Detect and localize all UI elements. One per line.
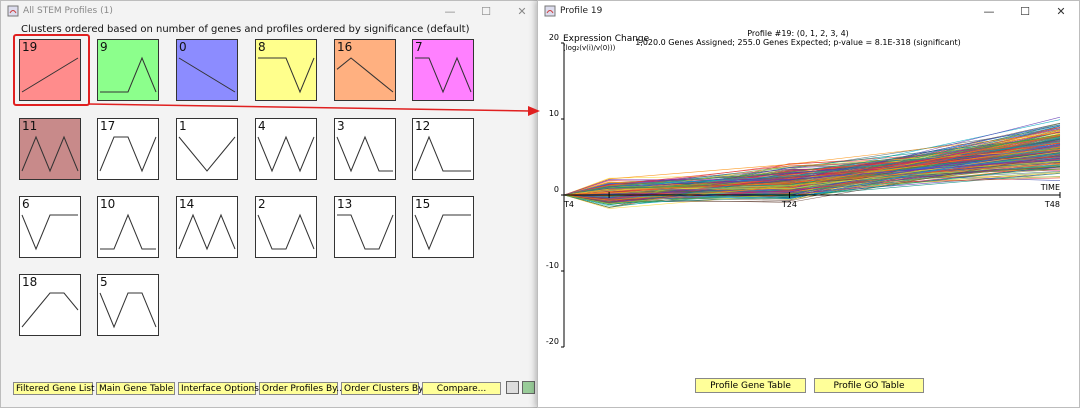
profile-id: 2 [258, 197, 266, 211]
y-axis-units: (log₂(v(i)/v(0))) [563, 44, 616, 52]
profile-line [178, 136, 236, 172]
profile-tile-9[interactable]: 9 [97, 39, 159, 101]
order-profiles-button[interactable]: Order Profiles By... [259, 382, 345, 395]
bottom-toolbar: Filtered Gene List Main Gene Table Inter… [13, 382, 501, 395]
profile-line [178, 57, 236, 93]
profile-tile-0[interactable]: 0 [176, 39, 238, 101]
profile-tile-4[interactable]: 4 [255, 118, 317, 180]
profile-tile-7[interactable]: 7 [412, 39, 474, 101]
java-app-icon [544, 5, 556, 17]
profile-header: Profile #19: (0, 1, 2, 3, 4) [747, 29, 849, 38]
profile-id: 18 [22, 275, 38, 289]
profile-id: 7 [415, 40, 423, 54]
profile-tile-1[interactable]: 1 [176, 118, 238, 180]
main-gene-table-button[interactable]: Main Gene Table [96, 382, 175, 395]
profile-line [336, 135, 393, 173]
profile-tile-5[interactable]: 5 [97, 274, 159, 336]
profile-line [21, 214, 78, 251]
left-title-bar[interactable]: All STEM Profiles (1) — ☐ ✕ [1, 1, 540, 21]
profile-line [258, 57, 315, 94]
profile-tile-16[interactable]: 16 [334, 39, 396, 101]
profile-id: 8 [258, 40, 266, 54]
profile-line [21, 292, 79, 328]
y-tick-label: 10 [549, 109, 559, 118]
profile-id: 9 [100, 40, 108, 54]
profile-id: 13 [337, 197, 353, 211]
profile-tile-3[interactable]: 3 [334, 118, 396, 180]
profile-id: 5 [100, 275, 108, 289]
selected-profile-highlight [13, 34, 90, 106]
profile-gene-table-button[interactable]: Profile Gene Table [695, 378, 806, 393]
profile-id: 3 [337, 119, 345, 133]
profile-tile-10[interactable]: 10 [97, 196, 159, 258]
profile-tile-8[interactable]: 8 [255, 39, 317, 101]
filtered-gene-list-button[interactable]: Filtered Gene List [13, 382, 95, 395]
window-title: All STEM Profiles (1) [23, 6, 113, 16]
profile-id: 1 [179, 119, 187, 133]
profile-line [336, 57, 394, 93]
profile-tile-15[interactable]: 15 [412, 196, 474, 258]
save-icon[interactable] [506, 381, 519, 394]
close-button[interactable]: ✕ [1043, 1, 1079, 21]
compare-button[interactable]: Compare... [422, 382, 501, 395]
minimize-button[interactable]: — [971, 1, 1007, 21]
close-button[interactable]: ✕ [504, 1, 540, 21]
profile-tile-2[interactable]: 2 [255, 196, 317, 258]
profile-tile-17[interactable]: 17 [97, 118, 159, 180]
profile-line [99, 136, 157, 173]
profile-tile-18[interactable]: 18 [19, 274, 81, 336]
right-title-bar[interactable]: Profile 19 — ☐ ✕ [538, 1, 1079, 21]
maximize-button[interactable]: ☐ [1007, 1, 1043, 21]
profile-detail-window: Profile 19 — ☐ ✕ Expression Change (log₂… [537, 0, 1080, 408]
x-axis-label: TIME [1040, 183, 1060, 192]
profile-id: 16 [337, 40, 353, 54]
y-tick-label: -10 [546, 261, 559, 270]
y-tick-label: -20 [546, 337, 559, 346]
interface-options-button[interactable]: Interface Options... [178, 382, 267, 395]
x-tick-label: T24 [781, 200, 797, 209]
profile-line [257, 213, 315, 250]
profile-go-table-button[interactable]: Profile GO Table [814, 378, 924, 393]
profile-line [178, 213, 236, 251]
minimize-button[interactable]: — [432, 1, 468, 21]
profile-id: 0 [179, 40, 187, 54]
order-clusters-button[interactable]: Order Clusters By... [341, 382, 431, 395]
profile-id: 14 [179, 197, 195, 211]
profile-line [21, 135, 79, 173]
profile-id: 4 [258, 119, 266, 133]
profile-tile-14[interactable]: 14 [176, 196, 238, 258]
profile-id: 11 [22, 119, 38, 133]
profile-line [100, 213, 156, 250]
window-title: Profile 19 [560, 6, 603, 16]
profile-line [100, 56, 157, 93]
x-tick-label: T48 [1044, 200, 1060, 209]
maximize-button[interactable]: ☐ [468, 1, 504, 21]
profile-line [99, 292, 157, 329]
profile-line [414, 214, 471, 251]
profile-id: 15 [415, 197, 431, 211]
profile-tile-6[interactable]: 6 [19, 196, 81, 258]
profile-tile-12[interactable]: 12 [412, 118, 474, 180]
profile-id: 6 [22, 197, 30, 211]
all-profiles-window: All STEM Profiles (1) — ☐ ✕ Clusters ord… [0, 0, 541, 408]
profile-id: 17 [100, 119, 116, 133]
profile-line [414, 135, 471, 172]
profile-line [415, 56, 472, 94]
profile-tile-11[interactable]: 11 [19, 118, 81, 180]
y-tick-label: 20 [549, 33, 559, 42]
profile-line [257, 135, 315, 173]
profile-id: 12 [415, 119, 431, 133]
profile-expression-chart: Expression Change (log₂(v(i)/v(0))) Prof… [546, 29, 1061, 348]
java-app-icon [7, 5, 19, 17]
profile-id: 10 [100, 197, 116, 211]
x-tick-label: T4 [563, 200, 574, 209]
profile-tile-13[interactable]: 13 [334, 196, 396, 258]
y-tick-label: 0 [554, 185, 559, 194]
profile-stats: 1,020.0 Genes Assigned; 255.0 Genes Expe… [635, 38, 961, 47]
image-icon[interactable] [522, 381, 535, 394]
profile-line [337, 214, 394, 250]
